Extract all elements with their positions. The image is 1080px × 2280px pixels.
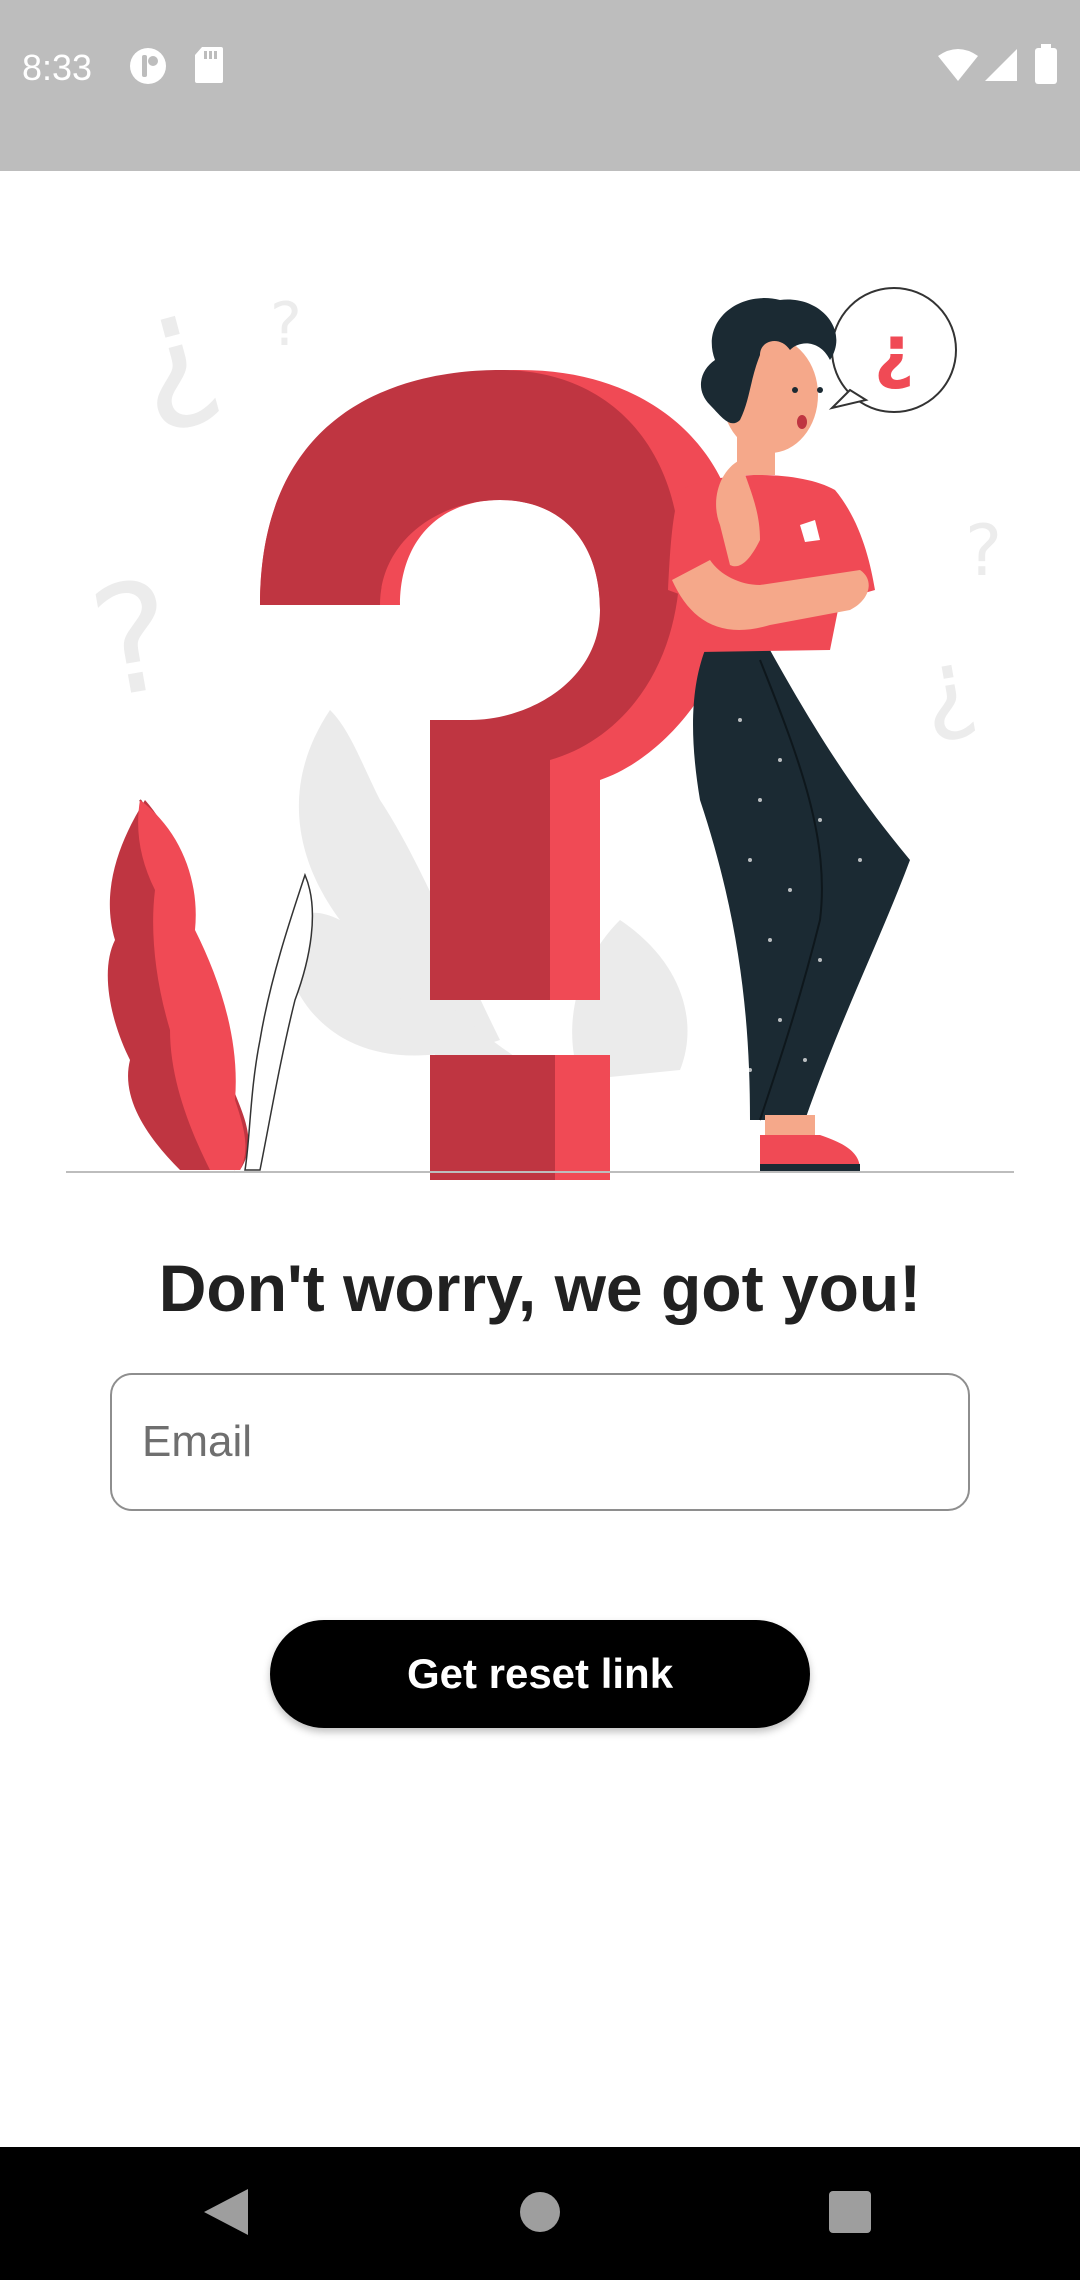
- speech-bubble-glyph: ¿: [874, 310, 915, 392]
- svg-text:¿: ¿: [911, 624, 984, 748]
- cellular-signal-icon: [985, 49, 1017, 81]
- email-field[interactable]: [110, 1373, 970, 1511]
- sd-card-icon: [195, 47, 223, 83]
- svg-text:?: ?: [79, 548, 188, 733]
- get-reset-link-button[interactable]: Get reset link: [270, 1620, 810, 1728]
- wifi-icon: [938, 49, 978, 81]
- status-time: 8:33: [22, 47, 93, 88]
- system-navigation-bar: [0, 2147, 1080, 2280]
- notification-app-icon: [130, 48, 166, 84]
- battery-icon: [1035, 44, 1057, 84]
- red-plant: [107, 799, 314, 1171]
- svg-text:?: ?: [270, 290, 302, 360]
- svg-text:?: ?: [965, 510, 1002, 592]
- person: [668, 298, 910, 1171]
- page-headline: Don't worry, we got you!: [158, 1251, 922, 1325]
- svg-text:¿: ¿: [111, 254, 233, 443]
- back-icon[interactable]: [190, 2177, 260, 2247]
- recents-icon[interactable]: [815, 2177, 885, 2247]
- confused-person-illustration: ¿ ? ? ? ¿ ¿: [66, 254, 1014, 1180]
- status-bar: 8:33: [0, 0, 1080, 171]
- email-input[interactable]: [142, 1375, 942, 1509]
- home-icon[interactable]: [505, 2177, 575, 2247]
- speech-bubble: ¿: [828, 287, 957, 413]
